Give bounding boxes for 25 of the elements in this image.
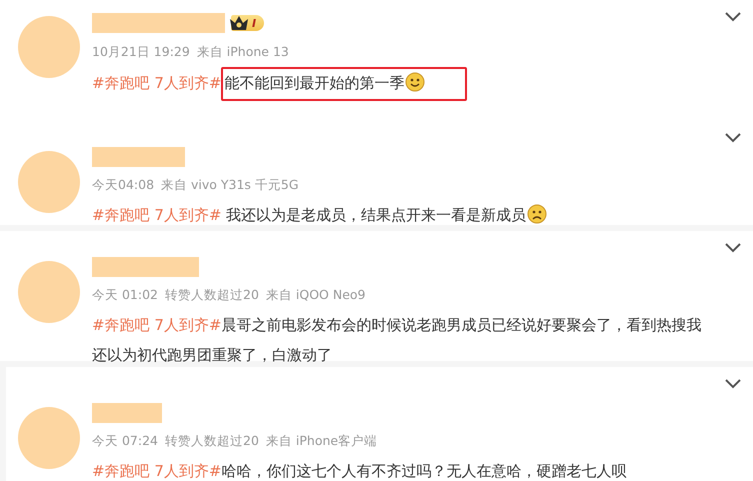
post-source: 来自 iPhone 13 <box>196 44 289 61</box>
crown-icon <box>229 15 249 31</box>
hashtag-link[interactable]: #奔跑吧 7人到齐# <box>92 206 222 224</box>
hashtag-link[interactable]: #奔跑吧 7人到齐# <box>92 316 222 334</box>
chevron-down-icon[interactable] <box>725 133 741 143</box>
post-source: 来自 iPhone客户端 <box>266 433 378 450</box>
comment-text: #奔跑吧 7人到齐#哈哈，你们这七个人有不齐过吗？无人在意哈，硬蹭老七人呗 <box>92 461 628 481</box>
chevron-down-icon[interactable] <box>725 243 741 253</box>
post-time: 10月21日 19:29 <box>92 44 190 61</box>
comment-text: #奔跑吧 7人到齐#晨哥之前电影发布会的时候说老跑男成员已经说好要聚会了，看到热搜我还以为初代跑男团重聚了，白激动了 <box>92 315 702 366</box>
redacted-name <box>92 403 162 423</box>
chevron-down-icon[interactable] <box>725 379 741 389</box>
post-time: 今天04:08 <box>92 177 154 194</box>
vip-level: I <box>252 16 256 30</box>
comment-text: #奔跑吧 7人到齐# 能不能回到最开始的第一季 <box>92 67 712 101</box>
repost-note: 转赞人数超过20 <box>165 433 259 450</box>
post-source: 来自 vivo Y31s 千元5G <box>161 177 299 194</box>
repost-note: 转赞人数超过20 <box>165 287 259 304</box>
post-time: 今天 07:24 <box>92 433 158 450</box>
hashtag-link[interactable]: #奔跑吧 7人到齐# <box>92 462 222 480</box>
hashtag-link[interactable]: #奔跑吧 7人到齐# <box>92 74 222 92</box>
post-source: 来自 iQOO Neo9 <box>266 287 366 304</box>
chevron-down-icon[interactable] <box>725 12 741 22</box>
comment-text: #奔跑吧 7人到齐# 我还以为是老成员，结果点开来一看是新成员 <box>92 200 712 230</box>
post-time: 今天 01:02 <box>92 287 158 304</box>
